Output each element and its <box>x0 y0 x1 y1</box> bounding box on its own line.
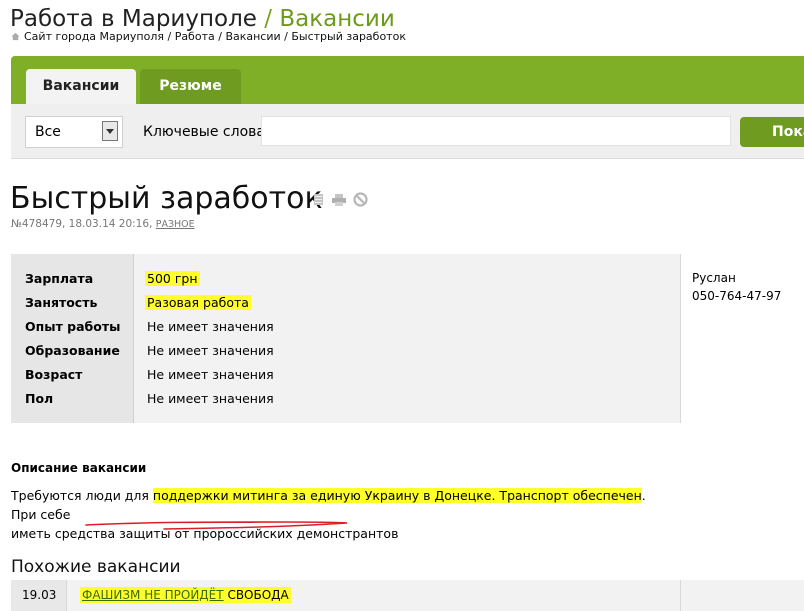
description-text: Требуются люди для поддержки митинга за … <box>11 486 651 543</box>
detail-value-employment-text: Разовая работа <box>145 295 251 310</box>
description-part-1: Требуются люди для <box>11 488 153 503</box>
detail-value-age: Не имеет значения <box>147 367 274 382</box>
divider <box>133 254 134 423</box>
tab-resumes[interactable]: Резюме <box>140 69 241 104</box>
tab-vacancies[interactable]: Вакансии <box>26 69 136 104</box>
similar-item: ФАШИЗМ НЕ ПРОЙДЁТ СВОБОДА <box>80 587 291 603</box>
similar-heading: Похожие вакансии <box>11 557 181 577</box>
chevron-down-icon[interactable] <box>102 121 118 141</box>
divider <box>680 580 681 611</box>
print-icon[interactable] <box>331 193 347 206</box>
home-icon[interactable] <box>11 32 20 41</box>
keywords-label: Ключевые слова <box>143 124 265 140</box>
similar-link[interactable]: ФАШИЗМ НЕ ПРОЙДЁТ <box>82 588 224 602</box>
breadcrumb-item-current: Быстрый заработок <box>291 30 406 43</box>
keywords-input[interactable] <box>261 116 731 146</box>
detail-label-age: Возраст <box>25 367 83 382</box>
block-icon[interactable] <box>353 192 368 207</box>
breadcrumb: Сайт города Мариуполя / Работа / Ваканси… <box>11 30 406 44</box>
category-select-value: Все <box>35 124 61 140</box>
detail-value-salary: 500 грн <box>145 271 200 287</box>
title-separator: / <box>264 6 273 32</box>
site-title-text: Работа в Мариуполе <box>10 6 257 32</box>
contact-name: Руслан <box>692 271 736 285</box>
description-heading: Описание вакансии <box>11 461 147 475</box>
show-button[interactable]: Показать <box>740 117 804 147</box>
job-id-date: №478479, 18.03.14 20:16, <box>11 218 153 230</box>
detail-label-gender: Пол <box>25 391 54 406</box>
detail-value-experience: Не имеет значения <box>147 319 274 334</box>
red-underline-annotation <box>85 521 348 530</box>
breadcrumb-item-site[interactable]: Сайт города Мариуполя <box>24 30 164 43</box>
breadcrumb-item-work[interactable]: Работа <box>175 30 215 43</box>
similar-extra: СВОБОДА <box>227 588 289 602</box>
section-title: Вакансии <box>279 6 395 32</box>
detail-label-experience: Опыт работы <box>25 319 121 334</box>
detail-value-education: Не имеет значения <box>147 343 274 358</box>
detail-label-education: Образование <box>25 343 120 358</box>
page-title: Быстрый заработок <box>10 181 323 216</box>
detail-label-employment: Занятость <box>25 295 98 310</box>
breadcrumb-item-vacancies[interactable]: Вакансии <box>225 30 280 43</box>
detail-value-gender: Не имеет значения <box>147 391 274 406</box>
detail-value-salary-text: 500 грн <box>145 271 200 286</box>
description-part-2: поддержки митинга за единую Украину в До… <box>152 488 642 503</box>
contact-phone: 050-764-47-97 <box>692 289 782 303</box>
detail-value-employment: Разовая работа <box>145 295 251 311</box>
job-category-link[interactable]: РАЗНОЕ <box>156 219 195 230</box>
similar-date: 19.03 <box>22 588 57 602</box>
save-icon[interactable] <box>312 193 325 206</box>
detail-label-salary: Зарплата <box>25 271 94 286</box>
job-meta: №478479, 18.03.14 20:16, РАЗНОЕ <box>11 217 195 232</box>
